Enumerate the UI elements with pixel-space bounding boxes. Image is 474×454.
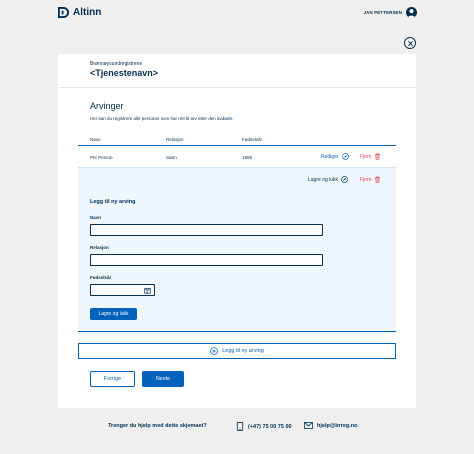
cell-fodselsar: 1968 — [242, 155, 253, 160]
form-title: Legg til ny arving — [90, 199, 136, 205]
top-bar: Altinn JAN PETTERSEN — [0, 0, 474, 26]
cell-relasjon: Sønn — [166, 155, 177, 160]
edit-icon — [341, 153, 349, 160]
phone-number: (+47) 75 00 75 00 — [248, 423, 292, 430]
form-header: Brønnøysundregistrene <Tjenestenavn> — [58, 54, 416, 88]
close-button[interactable] — [404, 37, 416, 49]
envelope-icon — [304, 422, 313, 429]
column-header-relasjon: Relasjon — [166, 137, 184, 142]
section-description: Her kan du registrere alle personer som … — [90, 116, 234, 121]
save-close-top-button[interactable]: Lagre og lukk — [308, 176, 348, 183]
calendar-icon[interactable] — [144, 287, 151, 294]
table-header: Navn Relasjon Fødselsår — [78, 134, 396, 146]
form-card: Brønnøysundregistrene <Tjenestenavn> Arv… — [58, 54, 416, 408]
avatar-icon — [406, 7, 417, 18]
trash-icon — [375, 176, 381, 183]
previous-button[interactable]: Forrige — [90, 371, 135, 387]
relasjon-label: Relasjon — [90, 245, 109, 250]
service-name: <Tjenestenavn> — [90, 68, 159, 78]
edit-button[interactable]: Rediger — [321, 153, 349, 160]
help-question: Trenger du hjelp med dette skjemaet? — [108, 423, 207, 429]
delete-label: Fjern — [360, 153, 372, 160]
save-close-button[interactable]: Lagre og lukk — [90, 308, 137, 320]
add-heir-button[interactable]: Legg til ny arving — [78, 343, 396, 359]
fodselsar-label: Fødselsår — [90, 275, 112, 280]
logo-text: Altinn — [73, 7, 102, 18]
cell-navn: Per Person — [90, 155, 113, 160]
column-header-fodselsar: Fødselsår — [242, 137, 263, 142]
navn-label: Navn — [90, 215, 102, 220]
phone-icon — [236, 422, 244, 431]
delete-row-button[interactable]: Fjern — [360, 153, 381, 160]
edit-label: Rediger — [321, 153, 339, 160]
plus-circle-icon — [210, 347, 219, 355]
navn-input[interactable] — [90, 224, 323, 236]
email-address: hjelp@brreg.no — [317, 422, 358, 429]
column-header-navn: Navn — [90, 137, 101, 142]
user-menu[interactable]: JAN PETTERSEN — [363, 7, 417, 18]
edit-panel: Lagre og lukk Fjern Legg til ny arving N… — [78, 168, 396, 332]
user-name: JAN PETTERSEN — [363, 10, 402, 15]
close-icon — [407, 40, 413, 46]
email-contact[interactable]: hjelp@brreg.no — [304, 422, 358, 429]
add-heir-label: Legg til ny arving — [222, 348, 264, 354]
phone-contact[interactable]: (+47) 75 00 75 00 — [236, 422, 292, 431]
delete-panel-button[interactable]: Fjern — [360, 176, 381, 183]
table-row: Per Person Sønn 1968 Rediger Fjern — [78, 146, 396, 168]
trash-icon — [375, 153, 381, 160]
footer: Trenger du hjelp med dette skjemaet? (+4… — [0, 418, 474, 438]
fodselsar-input[interactable] — [90, 284, 155, 296]
altinn-logo-icon — [58, 7, 69, 18]
delete-label: Fjern — [360, 176, 372, 183]
org-name: Brønnøysundregistrene — [90, 61, 143, 67]
section-title: Arvinger — [90, 101, 124, 111]
altinn-logo[interactable]: Altinn — [58, 7, 101, 18]
save-close-label: Lagre og lukk — [308, 176, 339, 183]
edit-icon — [341, 176, 348, 183]
next-button[interactable]: Neste — [142, 371, 184, 387]
relasjon-input[interactable] — [90, 254, 323, 266]
